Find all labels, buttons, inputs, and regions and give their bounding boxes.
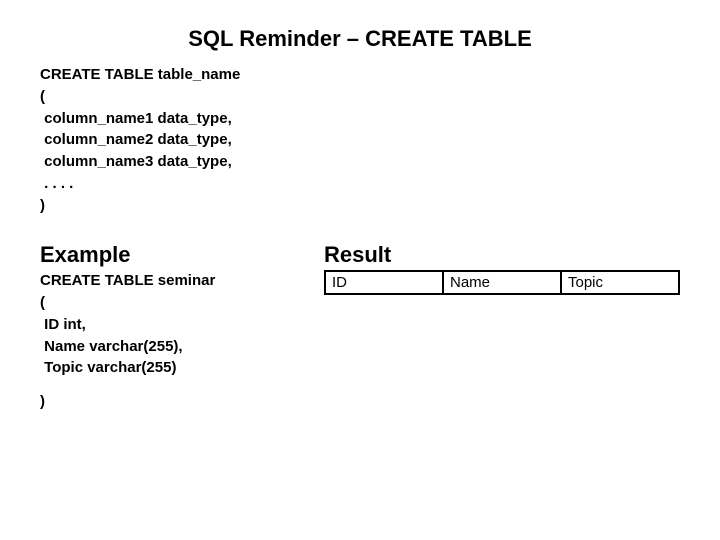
page-title: SQL Reminder – CREATE TABLE [40, 26, 680, 52]
syntax-line: ) [40, 195, 680, 217]
syntax-block: CREATE TABLE table_name ( column_name1 d… [40, 64, 680, 216]
syntax-line: column_name2 data_type, [40, 129, 680, 151]
result-column: Result ID Name Topic [324, 242, 680, 413]
example-heading: Example [40, 242, 300, 268]
table-row: ID Name Topic [325, 271, 679, 294]
syntax-line: column_name3 data_type, [40, 151, 680, 173]
syntax-line: ( [40, 86, 680, 108]
result-table: ID Name Topic [324, 270, 680, 295]
result-heading: Result [324, 242, 680, 268]
bottom-row: Example CREATE TABLE seminar ( ID int, N… [40, 242, 680, 413]
table-header-cell: ID [325, 271, 443, 294]
slide: SQL Reminder – CREATE TABLE CREATE TABLE… [0, 0, 720, 433]
example-column: Example CREATE TABLE seminar ( ID int, N… [40, 242, 300, 413]
table-header-cell: Name [443, 271, 561, 294]
example-line: Topic varchar(255) [40, 357, 300, 379]
example-block: CREATE TABLE seminar ( ID int, Name varc… [40, 270, 300, 413]
example-line: ) [40, 391, 300, 413]
example-line: ( [40, 292, 300, 314]
table-header-cell: Topic [561, 271, 679, 294]
example-line: ID int, [40, 314, 300, 336]
syntax-line: CREATE TABLE table_name [40, 64, 680, 86]
syntax-line: . . . . [40, 173, 680, 195]
example-line: Name varchar(255), [40, 336, 300, 358]
syntax-line: column_name1 data_type, [40, 108, 680, 130]
example-line: CREATE TABLE seminar [40, 270, 300, 292]
